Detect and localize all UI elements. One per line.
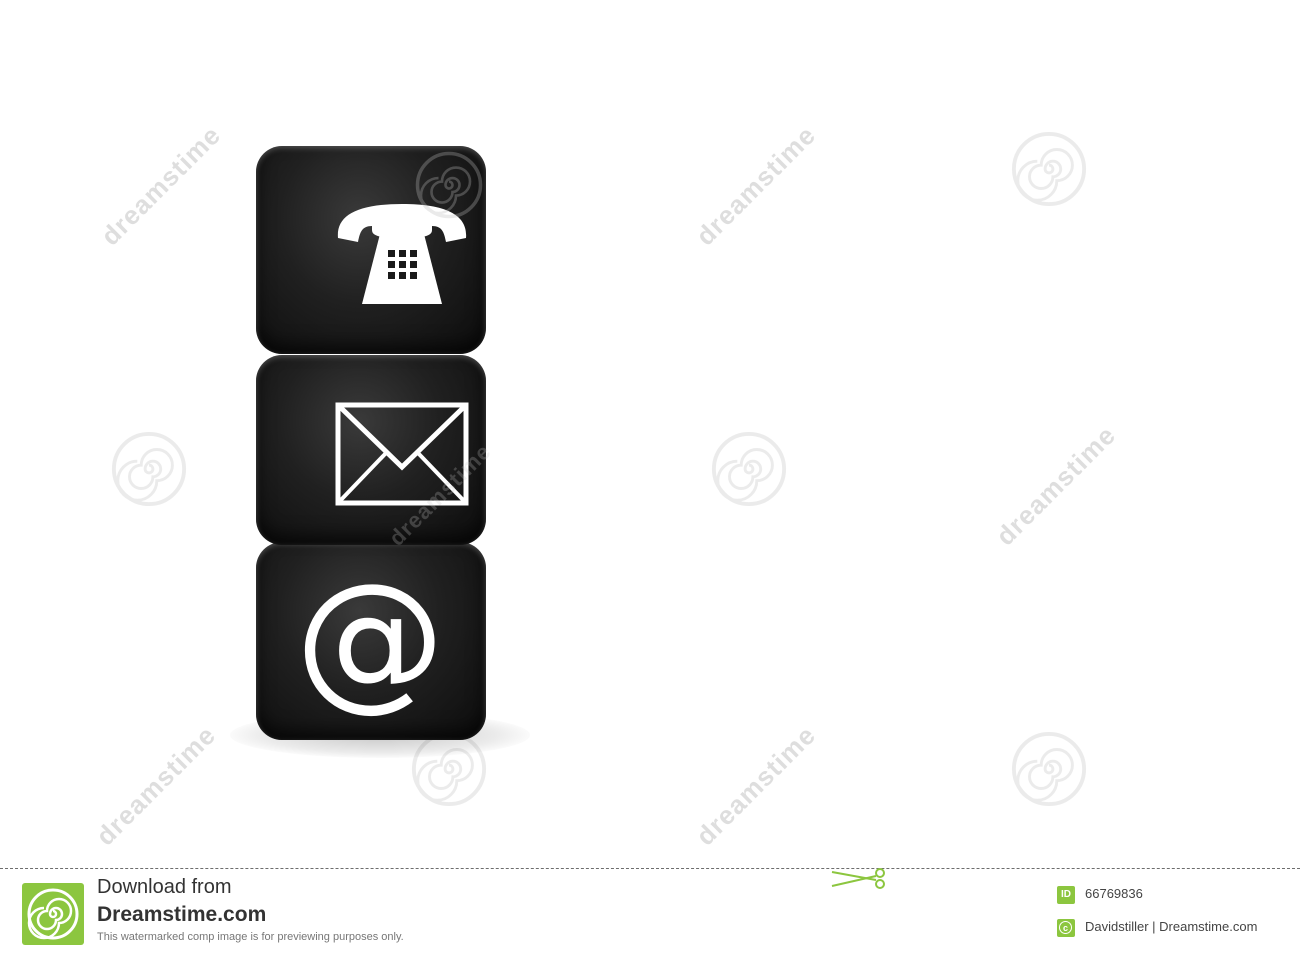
watermark-spiral-icon — [711, 431, 787, 507]
photographer-credit: Davidstiller | Dreamstime.com — [1085, 919, 1258, 934]
stock-photo: dreamstime dreamstime dreamstime dreamst… — [0, 0, 1300, 868]
scissors-icon — [831, 868, 885, 889]
brand-name: Dreamstime.com — [97, 903, 267, 926]
telephone-cube — [256, 146, 486, 354]
watermark-spiral-icon — [1011, 731, 1087, 807]
envelope-icon — [335, 402, 469, 506]
watermark-text: dreamstime — [95, 119, 227, 252]
download-from-label: Download from — [97, 876, 232, 898]
watermark-footer: Download from Dreamstime.com This waterm… — [0, 868, 1300, 957]
watermark-spiral-icon — [111, 431, 187, 507]
watermark-text: dreamstime — [990, 419, 1122, 552]
copyright-icon: c — [1057, 919, 1075, 937]
watermark-text: dreamstime — [690, 119, 822, 252]
cut-line — [0, 868, 1300, 869]
watermark-text: dreamstime — [90, 719, 222, 852]
at-sign-icon: @ — [295, 552, 445, 726]
id-badge: ID — [1057, 886, 1075, 904]
spiral-logo-icon — [27, 888, 79, 940]
preview-disclaimer: This watermarked comp image is for previ… — [97, 931, 404, 943]
watermark-spiral-icon — [415, 151, 483, 219]
dreamstime-logo — [22, 883, 84, 945]
watermark-spiral-icon — [1011, 131, 1087, 207]
svg-text:@: @ — [295, 552, 445, 726]
envelope-cube: dreamstime — [256, 355, 496, 551]
image-id: 66769836 — [1085, 886, 1143, 901]
at-sign-cube: @ — [256, 542, 486, 740]
watermark-text: dreamstime — [690, 719, 822, 852]
